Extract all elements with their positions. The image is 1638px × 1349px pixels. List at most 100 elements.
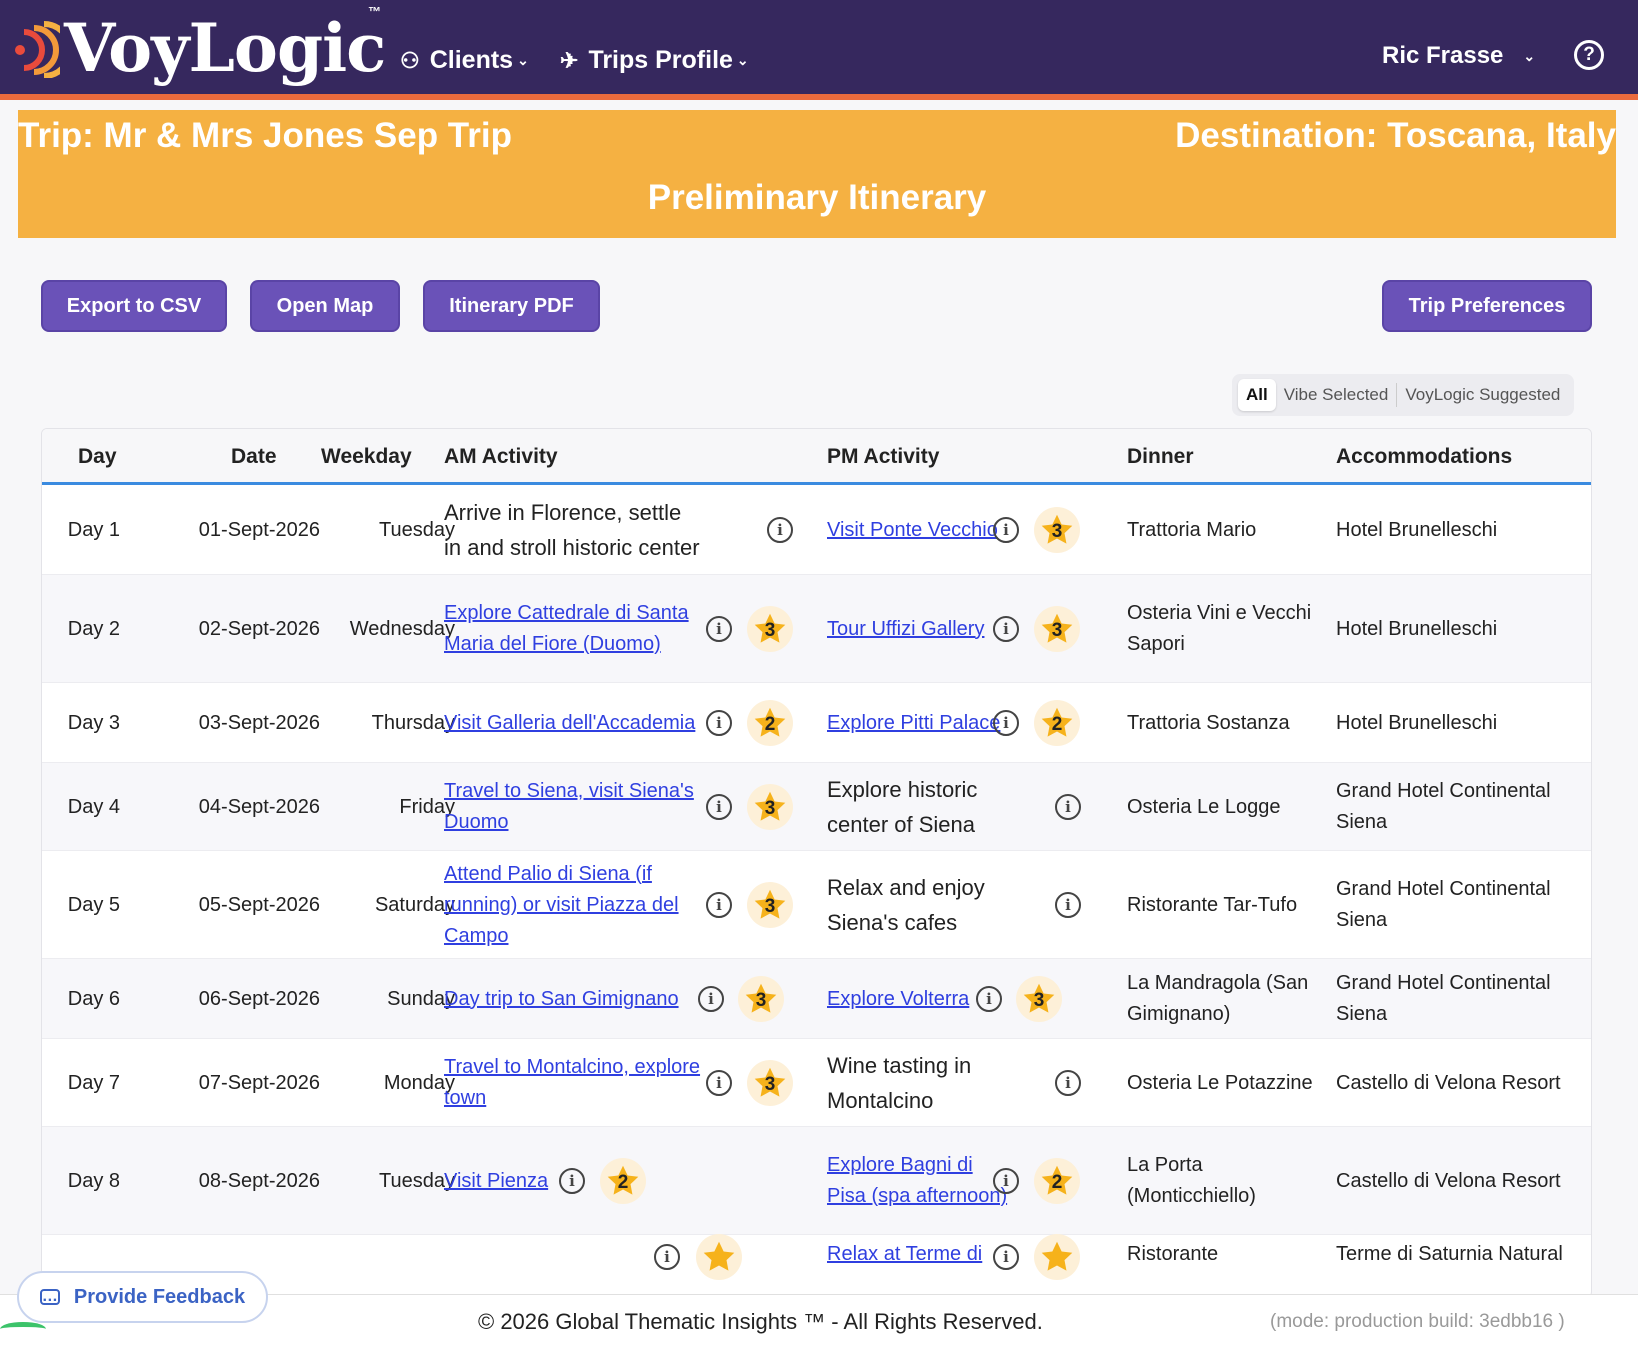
pm-activity-cell: Wine tasting in Montalcino — [827, 1039, 1037, 1127]
chevron-down-icon: ⌄ — [1523, 47, 1536, 64]
info-icon[interactable]: i — [1055, 794, 1081, 820]
pm-activity-link[interactable]: Visit Ponte Vecchio — [827, 515, 998, 546]
itinerary-pdf-button[interactable]: Itinerary PDF — [423, 280, 600, 332]
itinerary-table: Day Date Weekday AM Activity PM Activity… — [41, 428, 1592, 1298]
table-row: Relax at Terme di Ristorante Terme di Satu… — [42, 1234, 1591, 1297]
info-icon[interactable]: i — [993, 1168, 1019, 1194]
open-map-button[interactable]: Open Map — [250, 280, 400, 332]
pm-activity-link[interactable]: Explore Bagni di Pisa (spa afternoon) — [827, 1150, 1017, 1212]
question-circle-icon[interactable]: ? — [1574, 40, 1604, 70]
date-cell: 05-Sept-2026 — [198, 893, 320, 916]
am-activity-cell: Visit Galleria dell'Accademia — [444, 683, 704, 763]
day-cell: Day 1 — [67, 518, 120, 541]
activity-filter-toggle: All Vibe Selected VoyLogic Suggested — [1232, 374, 1575, 416]
plane-icon: ✈ — [560, 47, 579, 73]
rating-value: 2 — [764, 713, 776, 735]
provide-feedback-button[interactable]: … Provide Feedback — [17, 1271, 268, 1323]
day-cell: Day 8 — [67, 1169, 120, 1192]
header-am-activity: AM Activity — [444, 445, 558, 468]
trip-preferences-button[interactable]: Trip Preferences — [1382, 280, 1592, 332]
pm-activity-link[interactable]: Relax at Terme di — [827, 1239, 982, 1270]
info-icon[interactable]: i — [654, 1244, 680, 1270]
dinner-cell: Osteria Vini e Vecchi Sapori — [1127, 602, 1312, 655]
nav-clients[interactable]: ⚇ Clients ⌄ — [400, 46, 529, 75]
info-icon[interactable]: i — [993, 710, 1019, 736]
am-activity-link[interactable]: Visit Galleria dell'Accademia — [444, 708, 695, 739]
top-navbar: VoyLogic ™ ⚇ Clients ⌄ ✈ Trips Profile ⌄… — [0, 0, 1638, 100]
filter-vibe-selected[interactable]: Vibe Selected — [1276, 379, 1397, 411]
weekday-cell: Friday — [399, 795, 455, 818]
info-icon[interactable]: i — [706, 892, 732, 918]
info-icon[interactable]: i — [976, 986, 1002, 1012]
weekday-cell: Sunday — [387, 987, 455, 1010]
table-row: Day 8 08-Sept-2026 Tuesday Visit Pienza Expl… — [42, 1127, 1591, 1235]
pm-activity-cell: Relax and enjoy Siena's cafes — [827, 851, 1037, 959]
header-dinner: Dinner — [1127, 445, 1194, 468]
filter-voylogic-suggested[interactable]: VoyLogic Suggested — [1397, 379, 1568, 411]
info-icon[interactable]: i — [706, 710, 732, 736]
table-row: Day 1 01-Sept-2026 Tuesday Arrive in Floren… — [42, 485, 1591, 575]
star-rating-icon — [696, 1234, 742, 1280]
weekday-cell: Thursday — [371, 711, 455, 734]
header-weekday: Weekday — [321, 445, 412, 468]
chat-widget-edge[interactable] — [0, 1322, 46, 1336]
info-icon[interactable]: i — [559, 1168, 585, 1194]
provide-feedback-label: Provide Feedback — [73, 1285, 246, 1308]
date-cell: 04-Sept-2026 — [198, 795, 320, 818]
chevron-down-icon: ⌄ — [517, 52, 529, 68]
build-info: (mode: production build: 3edbb16 ) — [1270, 1311, 1565, 1332]
pm-activity-link[interactable]: Tour Uffizi Gallery — [827, 614, 984, 645]
logo[interactable]: VoyLogic — [10, 8, 386, 88]
pm-activity-text: Relax and enjoy Siena's cafes — [827, 875, 985, 935]
nav-trips-profile[interactable]: ✈ Trips Profile ⌄ — [560, 46, 749, 75]
accommodations-cell: Terme di Saturnia Natural — [1336, 1243, 1563, 1265]
am-activity-link[interactable]: Explore Cattedrale di Santa Maria del Fi… — [444, 598, 704, 660]
star-rating-icon: 2 — [1034, 700, 1080, 746]
accommodations-cell: Hotel Brunelleschi — [1336, 711, 1498, 734]
info-icon[interactable]: i — [1055, 892, 1081, 918]
info-icon[interactable]: i — [698, 986, 724, 1012]
date-cell: 08-Sept-2026 — [198, 1169, 320, 1192]
copyright-text: © 2026 Global Thematic Insights ™ - All … — [478, 1309, 1043, 1334]
am-activity-link[interactable]: Day trip to San Gimignano — [444, 984, 679, 1015]
star-rating-icon: 3 — [747, 606, 793, 652]
info-icon[interactable]: i — [706, 616, 732, 642]
dinner-cell: La Porta (Monticchiello) — [1127, 1154, 1256, 1207]
am-activity-link[interactable]: Visit Pienza — [444, 1166, 548, 1197]
am-activity-link[interactable]: Attend Palio di Siena (if running) or vi… — [444, 859, 704, 952]
day-cell: Day 2 — [67, 617, 120, 640]
info-icon[interactable]: i — [993, 517, 1019, 543]
star-rating-icon: 2 — [600, 1158, 646, 1204]
info-icon[interactable]: i — [706, 1070, 732, 1096]
info-icon[interactable]: i — [993, 1244, 1019, 1270]
table-row: Day 4 04-Sept-2026 Friday Travel to Siena, … — [42, 763, 1591, 851]
pm-activity-link[interactable]: Explore Pitti Palace — [827, 708, 1000, 739]
header-pm-activity: PM Activity — [827, 445, 940, 468]
weekday-cell: Saturday — [374, 893, 455, 916]
trip-destination: Destination: Toscana, Italy — [1175, 116, 1616, 155]
user-menu[interactable]: Ric Frasse ⌄ — [1382, 42, 1535, 70]
rating-value: 3 — [764, 895, 776, 917]
date-cell: 02-Sept-2026 — [198, 617, 320, 640]
dinner-cell: Osteria Le Logge — [1127, 795, 1281, 818]
day-cell: Day 7 — [67, 1071, 120, 1094]
dinner-cell: Trattoria Mario — [1127, 518, 1257, 541]
info-icon[interactable]: i — [767, 517, 793, 543]
am-activity-link[interactable]: Travel to Montalcino, explore town — [444, 1052, 704, 1114]
am-activity-link[interactable]: Travel to Siena, visit Siena's Duomo — [444, 776, 704, 838]
rating-value: 3 — [1051, 520, 1063, 542]
info-icon[interactable]: i — [706, 794, 732, 820]
accommodations-cell: Grand Hotel Continental Siena — [1336, 878, 1551, 931]
star-rating-icon: 3 — [1016, 976, 1062, 1022]
star-rating-icon: 2 — [1034, 1158, 1080, 1204]
export-csv-button[interactable]: Export to CSV — [41, 280, 227, 332]
filter-all[interactable]: All — [1238, 379, 1276, 411]
table-row: Day 7 07-Sept-2026 Monday Travel to Montalc… — [42, 1039, 1591, 1127]
rating-value: 3 — [1051, 619, 1063, 641]
info-icon[interactable]: i — [1055, 1070, 1081, 1096]
star-rating-icon: 3 — [1034, 606, 1080, 652]
dinner-cell: La Mandragola (San Gimignano) — [1127, 972, 1309, 1025]
info-icon[interactable]: i — [993, 616, 1019, 642]
pm-activity-cell: Explore historic center of Siena — [827, 763, 1037, 851]
pm-activity-link[interactable]: Explore Volterra — [827, 984, 969, 1015]
